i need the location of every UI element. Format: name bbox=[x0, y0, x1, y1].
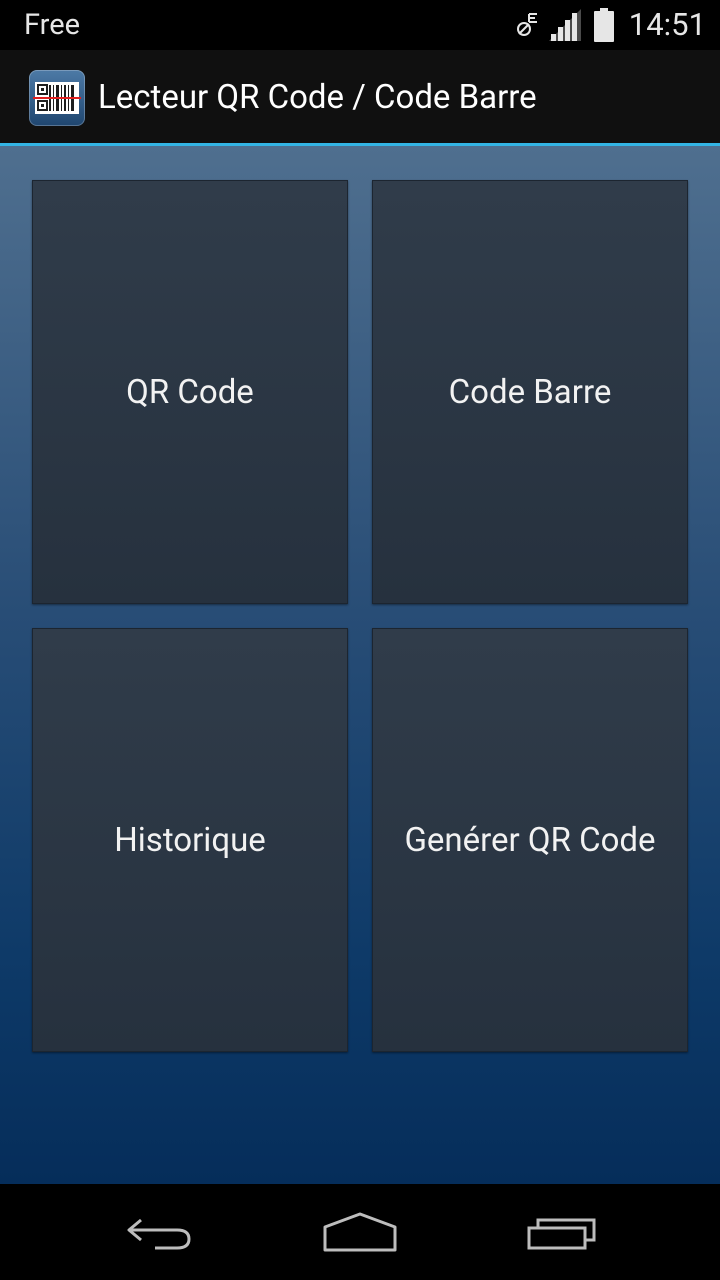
back-icon bbox=[127, 1218, 191, 1250]
carrier-label: Free bbox=[24, 8, 80, 42]
app-title: Lecteur QR Code / Code Barre bbox=[98, 78, 537, 117]
clock: 14:51 bbox=[628, 6, 706, 43]
recents-icon bbox=[527, 1218, 596, 1250]
qr-code-label: QR Code bbox=[126, 372, 254, 412]
app-screen: Free 14:51 Lecteur QR Code / Code Barre … bbox=[0, 0, 720, 1280]
status-bar: Free 14:51 bbox=[0, 0, 720, 50]
signal-icon bbox=[547, 8, 583, 42]
barcode-button[interactable]: Code Barre bbox=[372, 180, 688, 604]
back-button[interactable] bbox=[112, 1204, 208, 1260]
qr-barcode-app-icon[interactable] bbox=[29, 70, 85, 126]
home-icon bbox=[323, 1212, 397, 1252]
status-icons: 14:51 bbox=[515, 4, 706, 46]
generate-qr-label: Genérer QR Code bbox=[404, 820, 656, 860]
navigation-bar bbox=[0, 1184, 720, 1280]
home-button[interactable] bbox=[312, 1204, 408, 1260]
nfc-icon bbox=[515, 10, 543, 40]
barcode-label: Code Barre bbox=[448, 372, 612, 412]
generate-qr-button[interactable]: Genérer QR Code bbox=[372, 628, 688, 1052]
action-bar: Lecteur QR Code / Code Barre bbox=[0, 50, 720, 143]
battery-icon bbox=[593, 8, 615, 42]
recents-button[interactable] bbox=[514, 1204, 610, 1260]
qr-code-button[interactable]: QR Code bbox=[32, 180, 348, 604]
history-label: Historique bbox=[114, 820, 266, 860]
main-content: QR Code Code Barre Historique Genérer QR… bbox=[0, 146, 720, 1184]
history-button[interactable]: Historique bbox=[32, 628, 348, 1052]
